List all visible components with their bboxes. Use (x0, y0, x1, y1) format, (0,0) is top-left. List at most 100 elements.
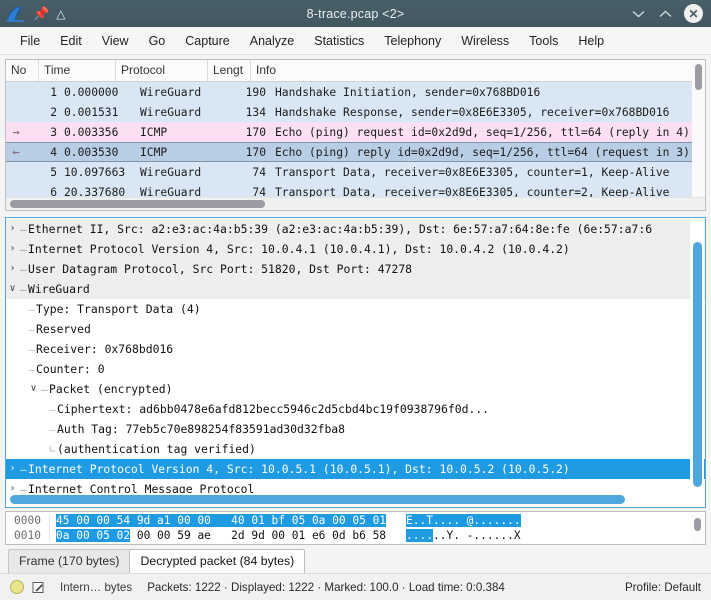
cell-no: 5 (26, 166, 60, 179)
cell-info: Handshake Response, sender=0x8E6E3305, r… (271, 106, 705, 119)
minimize-button[interactable] (630, 6, 646, 22)
tree-item-type[interactable]: – Type: Transport Data (4) (6, 299, 705, 319)
row-direction-icon: ← (6, 145, 26, 159)
tree-branch-dash: – (48, 423, 57, 436)
status-expert-text: Intern… bytes (60, 581, 132, 594)
table-row[interactable]: → 3 0.003356 ICMP 170 Echo (ping) reques… (6, 122, 705, 142)
table-row[interactable]: 1 0.000000 WireGuard 190 Handshake Initi… (6, 82, 705, 102)
cell-info: Transport Data, receiver=0x8E6E3305, cou… (271, 166, 705, 179)
tree-item-icmp[interactable]: › – Internet Control Message Protocol (6, 479, 705, 493)
tree-item-ipv4-outer[interactable]: › – Internet Protocol Version 4, Src: 10… (6, 239, 705, 259)
tree-item-label: Packet (encrypted) (49, 382, 172, 396)
column-header-no[interactable]: No (6, 60, 39, 81)
hex-row[interactable]: 0010 0a 00 05 02 00 00 59 ae 2d 9d 00 01… (6, 528, 705, 543)
tree-branch-dash: – (27, 363, 36, 376)
menu-telephony[interactable]: Telephony (374, 30, 451, 52)
tree-item-reserved[interactable]: – Reserved (6, 319, 705, 339)
tree-item-ciphertext[interactable]: – Ciphertext: ad6bb0478e6afd812becc5946c… (6, 399, 705, 419)
close-button[interactable]: ✕ (684, 4, 703, 23)
packet-bytes-vertical-scrollbar[interactable] (691, 513, 704, 543)
chevron-right-icon[interactable]: › (6, 244, 19, 254)
tree-item-label: Internet Control Message Protocol (28, 482, 254, 493)
column-header-info[interactable]: Info (251, 60, 705, 81)
chevron-right-icon[interactable]: › (6, 464, 19, 474)
tree-item-auth-verified[interactable]: ∟ (authentication tag verified) (6, 439, 705, 459)
tree-item-packet-encrypted[interactable]: ∨ – Packet (encrypted) (6, 379, 705, 399)
column-header-protocol[interactable]: Protocol (116, 60, 208, 81)
cell-length: 74 (228, 166, 271, 179)
scrollbar-thumb[interactable] (10, 200, 265, 208)
maximize-button[interactable] (657, 6, 673, 22)
packet-list-horizontal-scrollbar[interactable] (6, 197, 705, 210)
chevron-right-icon[interactable]: › (6, 224, 19, 234)
menu-go[interactable]: Go (139, 30, 176, 52)
edit-capture-comment-icon[interactable] (31, 580, 45, 594)
tab-frame[interactable]: Frame (170 bytes) (8, 549, 130, 573)
hex-offset: 0000 (6, 514, 50, 527)
table-row[interactable]: 2 0.001531 WireGuard 134 Handshake Respo… (6, 102, 705, 122)
cell-no: 1 (26, 86, 60, 99)
cell-length: 134 (228, 106, 271, 119)
menu-capture[interactable]: Capture (175, 30, 239, 52)
tree-branch-dash: – (19, 263, 28, 276)
packet-list-header: No Time Protocol Lengt Info (6, 60, 705, 82)
hex-bytes: 45 00 00 54 9d a1 00 00 40 01 bf 05 0a 0… (50, 514, 386, 527)
chevron-right-icon[interactable]: › (6, 484, 19, 493)
tree-branch-dash: – (19, 223, 28, 236)
tree-item-udp[interactable]: › – User Datagram Protocol, Src Port: 51… (6, 259, 705, 279)
cell-no: 6 (26, 186, 60, 198)
tree-branch-dash: – (19, 243, 28, 256)
scrollbar-thumb[interactable] (695, 64, 702, 90)
packet-list-inner: No Time Protocol Lengt Info 1 0.000000 W… (6, 60, 705, 197)
cell-protocol: WireGuard (136, 106, 228, 119)
cell-time: 0.001531 (60, 106, 136, 119)
pin-icon[interactable]: 📌 (33, 7, 49, 20)
tree-item-auth-tag[interactable]: – Auth Tag: 77eb5c70e898254f83591ad30d32… (6, 419, 705, 439)
chevron-up-icon[interactable]: △ (56, 8, 65, 20)
tree-item-ethernet[interactable]: › – Ethernet II, Src: a2:e3:ac:4a:b5:39 … (6, 219, 705, 239)
cell-time: 0.000000 (60, 86, 136, 99)
menu-wireless[interactable]: Wireless (451, 30, 519, 52)
packet-detail-horizontal-scrollbar[interactable] (6, 493, 705, 507)
menu-file[interactable]: File (10, 30, 50, 52)
tree-item-label: Ciphertext: ad6bb0478e6afd812becc5946c2d… (57, 402, 489, 416)
menu-statistics[interactable]: Statistics (304, 30, 374, 52)
menu-edit[interactable]: Edit (50, 30, 92, 52)
hex-row[interactable]: 0000 45 00 00 54 9d a1 00 00 40 01 bf 05… (6, 513, 705, 528)
tree-branch-dash: – (27, 323, 36, 336)
row-direction-icon: → (6, 125, 26, 139)
tree-item-label: Internet Protocol Version 4, Src: 10.0.4… (28, 242, 570, 256)
menu-view[interactable]: View (92, 30, 139, 52)
chevron-down-icon[interactable]: ∨ (6, 284, 19, 294)
packet-detail-vertical-scrollbar[interactable] (690, 220, 704, 491)
column-header-length[interactable]: Lengt (208, 60, 251, 81)
scrollbar-thumb[interactable] (10, 495, 625, 504)
cell-info: Transport Data, receiver=0x8E6E3305, cou… (271, 186, 705, 198)
tree-item-wireguard[interactable]: ∨ – WireGuard (6, 279, 705, 299)
tree-item-ipv4-inner-selected[interactable]: › – Internet Protocol Version 4, Src: 10… (6, 459, 705, 479)
table-row[interactable]: 6 20.337680 WireGuard 74 Transport Data,… (6, 182, 705, 197)
expert-info-led-icon[interactable] (10, 580, 24, 594)
table-row[interactable]: 5 10.097663 WireGuard 74 Transport Data,… (6, 162, 705, 182)
tree-branch-corner: ∟ (48, 443, 57, 456)
column-header-time[interactable]: Time (39, 60, 116, 81)
tree-item-label: Counter: 0 (36, 362, 105, 376)
tab-decrypted-packet[interactable]: Decrypted packet (84 bytes) (129, 549, 305, 573)
scrollbar-thumb[interactable] (693, 242, 702, 487)
tree-item-counter[interactable]: – Counter: 0 (6, 359, 705, 379)
hex-ascii-highlighted: .... (406, 529, 433, 542)
table-row-selected[interactable]: ← 4 0.003530 ICMP 170 Echo (ping) reply … (6, 142, 705, 162)
status-profile[interactable]: Profile: Default (625, 581, 701, 594)
tree-item-label: Type: Transport Data (4) (36, 302, 201, 316)
hex-bytes-highlighted: 45 00 00 54 9d a1 00 00 40 01 bf 05 0a 0… (56, 514, 386, 527)
chevron-down-icon[interactable]: ∨ (27, 384, 40, 394)
menu-help[interactable]: Help (568, 30, 614, 52)
scrollbar-thumb[interactable] (694, 518, 701, 531)
menu-tools[interactable]: Tools (519, 30, 568, 52)
tree-item-label: Receiver: 0x768bd016 (36, 342, 173, 356)
chevron-right-icon[interactable]: › (6, 264, 19, 274)
tree-item-receiver[interactable]: – Receiver: 0x768bd016 (6, 339, 705, 359)
hex-ascii: E..T.... @....... (386, 514, 521, 527)
packet-list-vertical-scrollbar[interactable] (692, 60, 705, 198)
menu-analyze[interactable]: Analyze (240, 30, 304, 52)
